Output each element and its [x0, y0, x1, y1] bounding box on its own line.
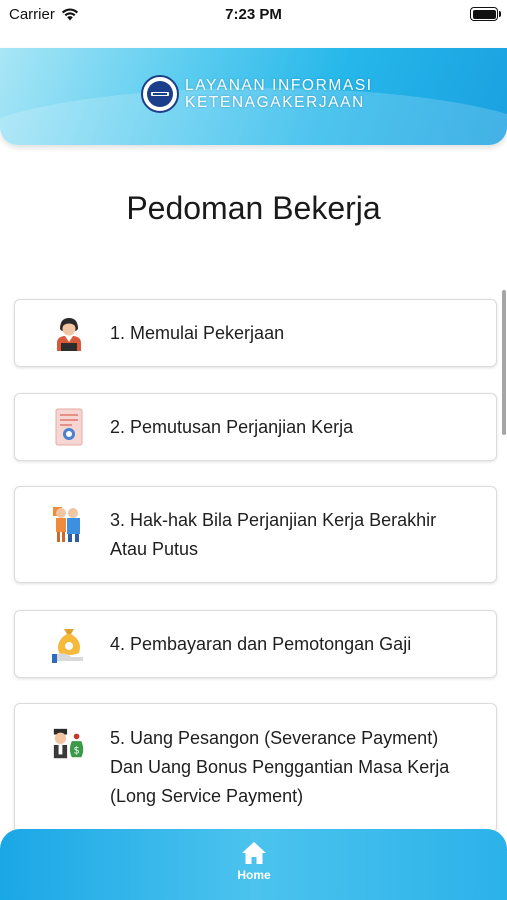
menu-item-label: 2. Pemutusan Perjanjian Kerja	[110, 417, 354, 437]
scrollbar[interactable]	[502, 290, 506, 435]
menu-item-hak-hak[interactable]: 3. Hak-hak Bila Perjanjian Kerja Berakhi…	[14, 486, 497, 583]
document-icon	[51, 408, 87, 446]
battery-icon	[470, 7, 501, 21]
bottom-nav-bar: Home	[0, 829, 507, 900]
menu-item-label: 5. Uang Pesangon (Severance Payment) Dan…	[110, 728, 450, 806]
logo-line-1: LAYANAN INFORMASI	[185, 77, 373, 94]
app-logo: LAYANAN INFORMASI KETENAGAKERJAAN	[141, 75, 373, 113]
menu-item-label: 1. Memulai Pekerjaan	[110, 323, 285, 343]
menu-item-label: 4. Pembayaran dan Pemotongan Gaji	[110, 634, 412, 654]
menu-item-pemutusan-perjanjian[interactable]: 2. Pemutusan Perjanjian Kerja	[14, 393, 497, 461]
app-screen: Carrier 7:23 PM LAYANAN INFORMASI KETENA…	[0, 0, 507, 900]
severance-icon: $	[51, 726, 87, 762]
logo-line-2: KETENAGAKERJAAN	[185, 94, 365, 111]
status-bar: Carrier 7:23 PM	[0, 0, 507, 30]
page-title: Pedoman Bekerja	[126, 190, 381, 226]
app-header: LAYANAN INFORMASI KETENAGAKERJAAN	[0, 48, 507, 145]
status-time: 7:23 PM	[225, 6, 282, 23]
home-icon	[242, 842, 266, 864]
worker-icon	[51, 315, 87, 351]
home-tab[interactable]: Home	[224, 841, 284, 882]
logo-text: LAYANAN INFORMASI KETENAGAKERJAAN	[185, 77, 373, 111]
people-icon	[51, 505, 87, 542]
emblem-icon	[141, 75, 179, 113]
money-bag-icon	[51, 625, 87, 663]
home-label: Home	[237, 868, 271, 882]
menu-item-pembayaran-gaji[interactable]: 4. Pembayaran dan Pemotongan Gaji	[14, 610, 497, 678]
menu-item-memulai-pekerjaan[interactable]: 1. Memulai Pekerjaan	[14, 299, 497, 367]
svg-text:$: $	[74, 745, 80, 756]
menu-item-uang-pesangon[interactable]: $ 5. Uang Pesangon (Severance Payment) D…	[14, 703, 497, 833]
menu-item-label: 3. Hak-hak Bila Perjanjian Kerja Berakhi…	[110, 510, 437, 559]
